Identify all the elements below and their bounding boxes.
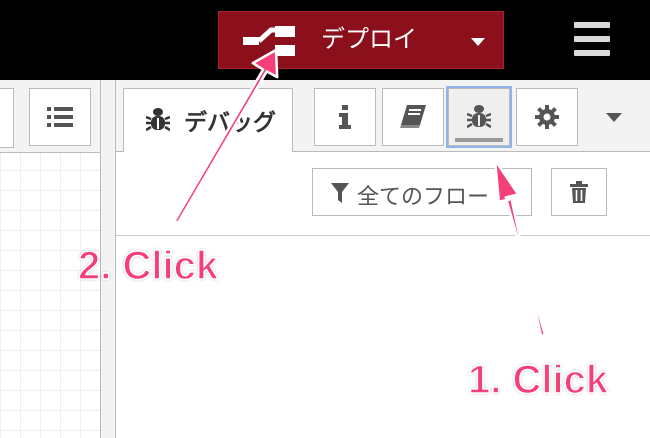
bug-icon	[467, 105, 491, 129]
main-menu-button[interactable]	[574, 22, 610, 56]
book-icon	[400, 105, 426, 128]
gear-icon	[535, 105, 559, 129]
clear-debug-button[interactable]	[551, 168, 607, 216]
debug-filter-button[interactable]: 全てのフロー	[312, 168, 532, 216]
list-icon	[47, 107, 73, 127]
tab-debug[interactable]: デバッグ	[123, 88, 293, 153]
deploy-icon	[243, 26, 295, 56]
tab-debug-label: デバッグ	[184, 110, 276, 136]
config-button[interactable]	[516, 88, 578, 146]
hamburger-menu-icon	[574, 22, 610, 28]
bug-icon	[146, 108, 170, 132]
annotation-step-1: 1. Click	[467, 357, 609, 403]
sidebar-menu-caret-icon[interactable]	[606, 113, 622, 122]
info-button[interactable]	[314, 88, 376, 146]
annotation-step-2: 2. Click	[77, 243, 219, 289]
deploy-menu-caret-icon[interactable]	[471, 38, 485, 46]
workspace-tab[interactable]	[0, 88, 14, 148]
debug-filter-label: 全てのフロー	[357, 185, 490, 210]
flow-list-button[interactable]	[29, 88, 91, 146]
deploy-button[interactable]: デプロイ	[218, 11, 504, 69]
debug-button[interactable]	[446, 86, 512, 148]
trash-icon	[570, 181, 588, 203]
info-icon	[339, 105, 351, 129]
deploy-label: デプロイ	[321, 25, 417, 53]
help-button[interactable]	[382, 88, 444, 146]
filter-icon	[331, 183, 349, 203]
header-bar: デプロイ	[0, 0, 650, 80]
